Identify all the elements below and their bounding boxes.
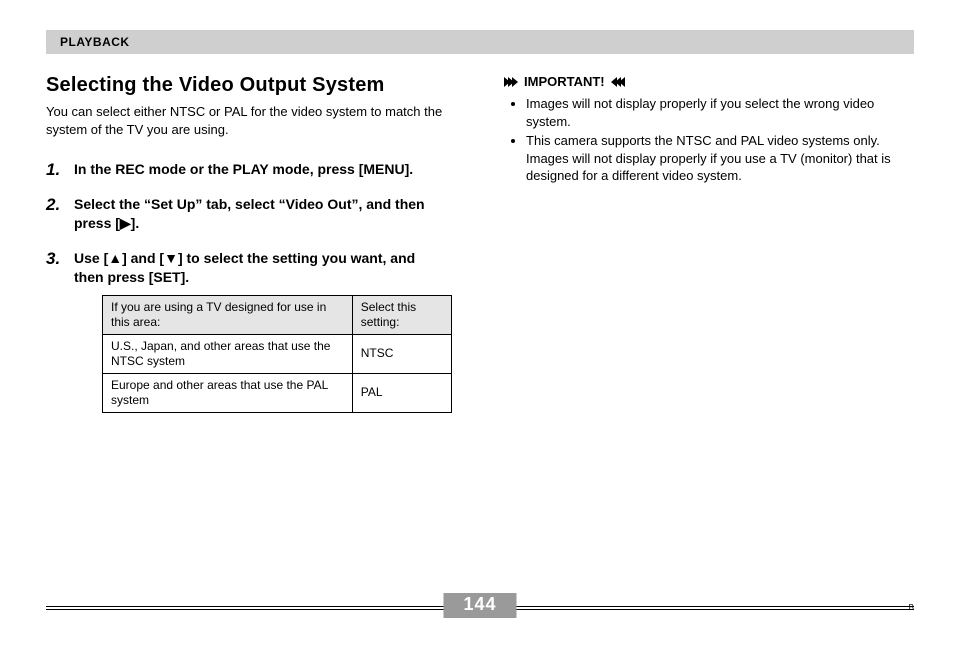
section-header-label: PLAYBACK xyxy=(60,35,130,49)
manual-page: PLAYBACK Selecting the Video Output Syst… xyxy=(46,30,914,626)
table-cell: NTSC xyxy=(352,334,451,373)
arrows-right-icon xyxy=(506,77,518,87)
section-header: PLAYBACK xyxy=(46,30,914,54)
table-row: U.S., Japan, and other areas that use th… xyxy=(103,334,452,373)
step-text: Select the “Set Up” tab, select “Video O… xyxy=(74,196,425,231)
table-header-cell: Select this setting: xyxy=(352,295,451,334)
intro-text: You can select either NTSC or PAL for th… xyxy=(46,103,446,138)
right-column: IMPORTANT! Images will not display prope… xyxy=(506,68,914,429)
bullet-item: Images will not display properly if you … xyxy=(526,95,914,130)
important-bullets: Images will not display properly if you … xyxy=(506,95,914,185)
left-column: Selecting the Video Output System You ca… xyxy=(46,68,446,429)
important-heading: IMPORTANT! xyxy=(506,74,914,89)
table-row: Europe and other areas that use the PAL … xyxy=(103,373,452,412)
arrows-left-icon xyxy=(611,77,623,87)
page-title: Selecting the Video Output System xyxy=(46,74,446,97)
step-item: 2. Select the “Set Up” tab, select “Vide… xyxy=(46,195,446,233)
table-cell: PAL xyxy=(352,373,451,412)
step-number: 2. xyxy=(46,194,60,217)
content-columns: Selecting the Video Output System You ca… xyxy=(46,68,914,429)
table-cell: U.S., Japan, and other areas that use th… xyxy=(103,334,353,373)
settings-table: If you are using a TV designed for use i… xyxy=(102,295,452,413)
steps-list: 1. In the REC mode or the PLAY mode, pre… xyxy=(46,160,446,412)
footer-mark: B xyxy=(909,603,914,612)
step-item: 1. In the REC mode or the PLAY mode, pre… xyxy=(46,160,446,179)
important-label: IMPORTANT! xyxy=(524,74,605,89)
step-number: 1. xyxy=(46,159,60,182)
table-header-cell: If you are using a TV designed for use i… xyxy=(103,295,353,334)
step-text: Use [▲] and [▼] to select the setting yo… xyxy=(74,250,415,285)
page-number: 144 xyxy=(443,593,516,618)
bullet-item: This camera supports the NTSC and PAL vi… xyxy=(526,132,914,185)
step-text: In the REC mode or the PLAY mode, press … xyxy=(74,161,413,177)
step-item: 3. Use [▲] and [▼] to select the setting… xyxy=(46,249,446,413)
table-cell: Europe and other areas that use the PAL … xyxy=(103,373,353,412)
step-number: 3. xyxy=(46,248,60,271)
